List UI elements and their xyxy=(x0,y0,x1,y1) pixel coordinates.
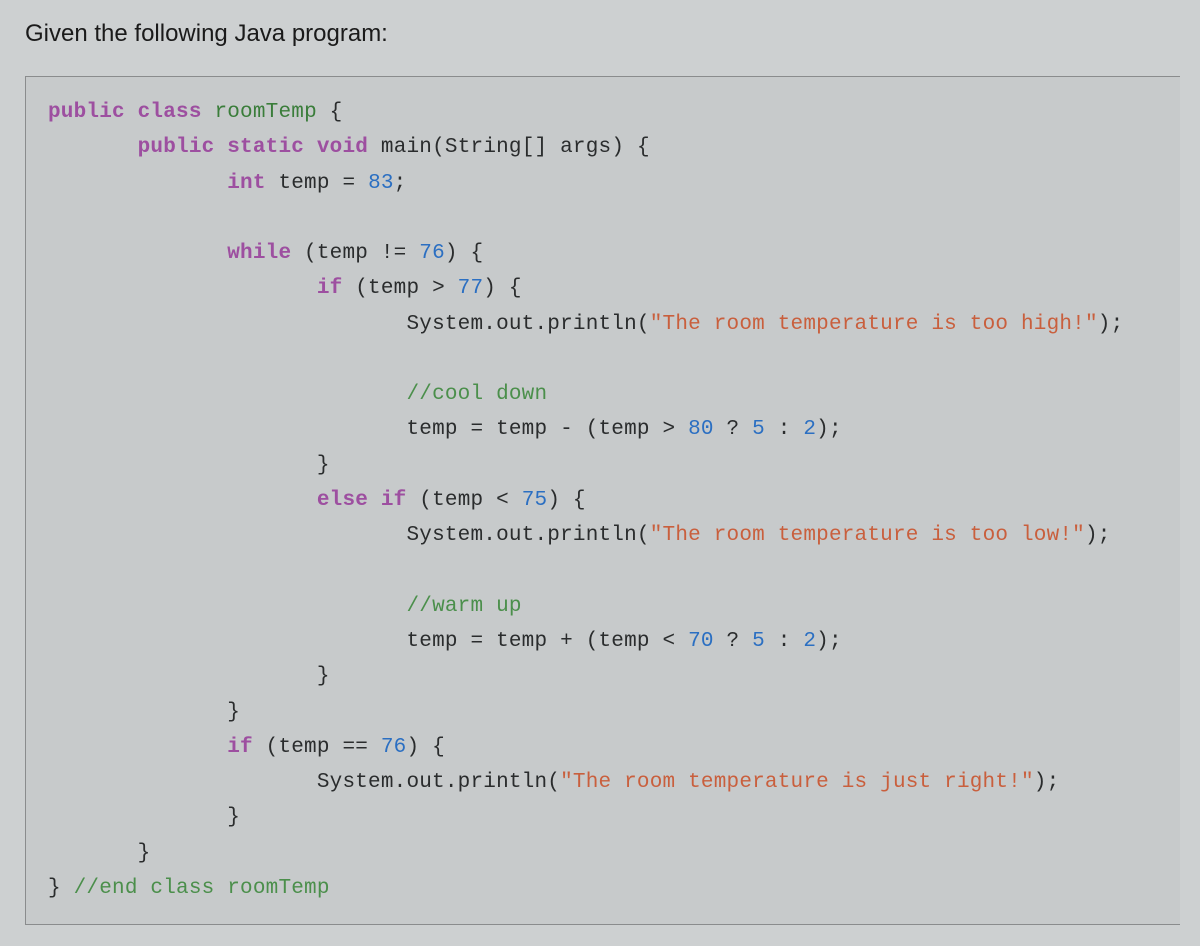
println: System.out.println( xyxy=(317,771,560,794)
num-75: 75 xyxy=(522,489,548,512)
indent xyxy=(48,842,138,865)
class-name: roomTemp xyxy=(214,101,316,124)
close-paren-brace: ) { xyxy=(483,277,521,300)
num-5: 5 xyxy=(752,630,765,653)
kw-public: public xyxy=(138,136,215,159)
indent xyxy=(48,313,406,336)
println-end: ); xyxy=(1085,524,1111,547)
ternary-colon: : xyxy=(765,630,803,653)
cool-expr: temp = temp - (temp > xyxy=(406,418,688,441)
println: System.out.println( xyxy=(406,313,649,336)
close-paren-brace: ) { xyxy=(547,489,585,512)
close-brace: } xyxy=(227,701,240,724)
indent xyxy=(48,665,317,688)
end-tern: ); xyxy=(816,418,842,441)
indent xyxy=(48,277,317,300)
println: System.out.println( xyxy=(406,524,649,547)
main-signature: main(String[] args) xyxy=(381,136,624,159)
close-brace: } xyxy=(317,665,330,688)
num-77: 77 xyxy=(458,277,484,300)
num-76: 76 xyxy=(381,736,407,759)
ternary-colon: : xyxy=(765,418,803,441)
kw-int: int xyxy=(227,172,265,195)
if-cond-3: (temp == xyxy=(253,736,381,759)
brace: { xyxy=(624,136,650,159)
string-too-high: "The room temperature is too high!" xyxy=(650,313,1098,336)
if-cond-2: (temp < xyxy=(406,489,521,512)
num-2: 2 xyxy=(803,418,816,441)
println-end: ); xyxy=(1098,313,1124,336)
indent xyxy=(48,383,406,406)
num-80: 80 xyxy=(688,418,714,441)
close-paren-brace: ) { xyxy=(406,736,444,759)
num-2: 2 xyxy=(803,630,816,653)
kw-void: void xyxy=(317,136,368,159)
indent xyxy=(48,172,227,195)
indent xyxy=(48,806,227,829)
semi: ; xyxy=(394,172,407,195)
if-cond-1: (temp > xyxy=(342,277,457,300)
num-5: 5 xyxy=(752,418,765,441)
kw-while: while xyxy=(227,242,291,265)
indent xyxy=(48,242,227,265)
temp-equals: temp = xyxy=(266,172,368,195)
indent xyxy=(48,595,406,618)
question-prompt: Given the following Java program: xyxy=(25,20,1180,48)
java-code-block: public class roomTemp { public static vo… xyxy=(25,76,1180,925)
indent xyxy=(48,771,317,794)
indent xyxy=(48,489,317,512)
ternary-q: ? xyxy=(714,418,752,441)
kw-class: class xyxy=(138,101,202,124)
println-end: ); xyxy=(1034,771,1060,794)
string-too-low: "The room temperature is too low!" xyxy=(650,524,1085,547)
ternary-q: ? xyxy=(714,630,752,653)
indent xyxy=(48,418,406,441)
kw-if: if xyxy=(317,277,343,300)
close-brace: } xyxy=(317,454,330,477)
indent xyxy=(48,136,138,159)
indent xyxy=(48,701,227,724)
kw-if: if xyxy=(381,489,407,512)
end-tern: ); xyxy=(816,630,842,653)
indent xyxy=(48,524,406,547)
kw-if: if xyxy=(227,736,253,759)
kw-static: static xyxy=(227,136,304,159)
comment-cool-down: //cool down xyxy=(406,383,547,406)
kw-else: else xyxy=(317,489,368,512)
kw-public: public xyxy=(48,101,125,124)
close-paren-brace: ) { xyxy=(445,242,483,265)
comment-warm-up: //warm up xyxy=(406,595,521,618)
num-76: 76 xyxy=(419,242,445,265)
while-cond: (temp != xyxy=(291,242,419,265)
brace: { xyxy=(317,101,343,124)
end-class-comment: //end class roomTemp xyxy=(74,877,330,900)
warm-expr: temp = temp + (temp < xyxy=(406,630,688,653)
num-83: 83 xyxy=(368,172,394,195)
close-brace: } xyxy=(227,806,240,829)
string-just-right: "The room temperature is just right!" xyxy=(560,771,1034,794)
num-70: 70 xyxy=(688,630,714,653)
indent xyxy=(48,630,406,653)
close-brace: } xyxy=(138,842,151,865)
indent xyxy=(48,736,227,759)
close-brace: } xyxy=(48,877,74,900)
indent xyxy=(48,454,317,477)
